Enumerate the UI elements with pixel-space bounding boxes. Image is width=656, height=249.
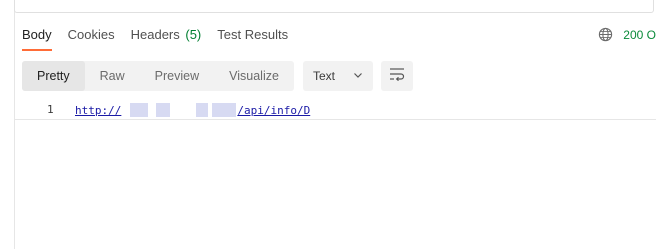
tab-headers-label: Headers <box>130 27 180 42</box>
url-suffix: /api/info/D <box>237 103 311 117</box>
response-tabs: Body Cookies Headers (5) Test Results <box>22 27 304 51</box>
format-dropdown-value: Text <box>312 69 335 83</box>
format-dropdown[interactable]: Text <box>302 61 373 91</box>
status-code[interactable]: 200 O <box>623 28 656 42</box>
wrap-lines-icon <box>389 67 405 86</box>
line-number: 1 <box>47 103 54 116</box>
tab-headers[interactable]: Headers (5) <box>131 27 202 43</box>
tab-cookies[interactable]: Cookies <box>68 27 115 43</box>
response-status: 200 O <box>598 27 656 42</box>
response-body-editor[interactable]: 1 http:// /api/info/D <box>14 101 656 120</box>
headers-count-badge: (5) <box>185 27 202 42</box>
response-panel: Body Cookies Headers (5) Test Results 20… <box>0 0 656 249</box>
tab-body[interactable]: Body <box>22 27 52 51</box>
sidebar-edge <box>0 0 15 249</box>
view-mode-visualize[interactable]: Visualize <box>214 61 294 91</box>
redacted-host <box>122 103 237 117</box>
view-mode-pretty[interactable]: Pretty <box>22 61 85 91</box>
tab-test-results[interactable]: Test Results <box>217 27 288 43</box>
view-mode-preview[interactable]: Preview <box>140 61 214 91</box>
response-toolbar: Pretty Raw Preview Visualize Text <box>22 61 413 91</box>
chevron-down-icon <box>353 69 363 83</box>
url-prefix: http:// <box>75 103 122 117</box>
response-url-link[interactable]: http:// /api/info/D <box>75 103 310 117</box>
wrap-lines-button[interactable] <box>380 61 413 91</box>
view-mode-raw[interactable]: Raw <box>85 61 140 91</box>
globe-icon[interactable] <box>598 27 613 42</box>
view-mode-switcher: Pretty Raw Preview Visualize <box>22 61 294 91</box>
request-body-field[interactable] <box>14 0 654 13</box>
